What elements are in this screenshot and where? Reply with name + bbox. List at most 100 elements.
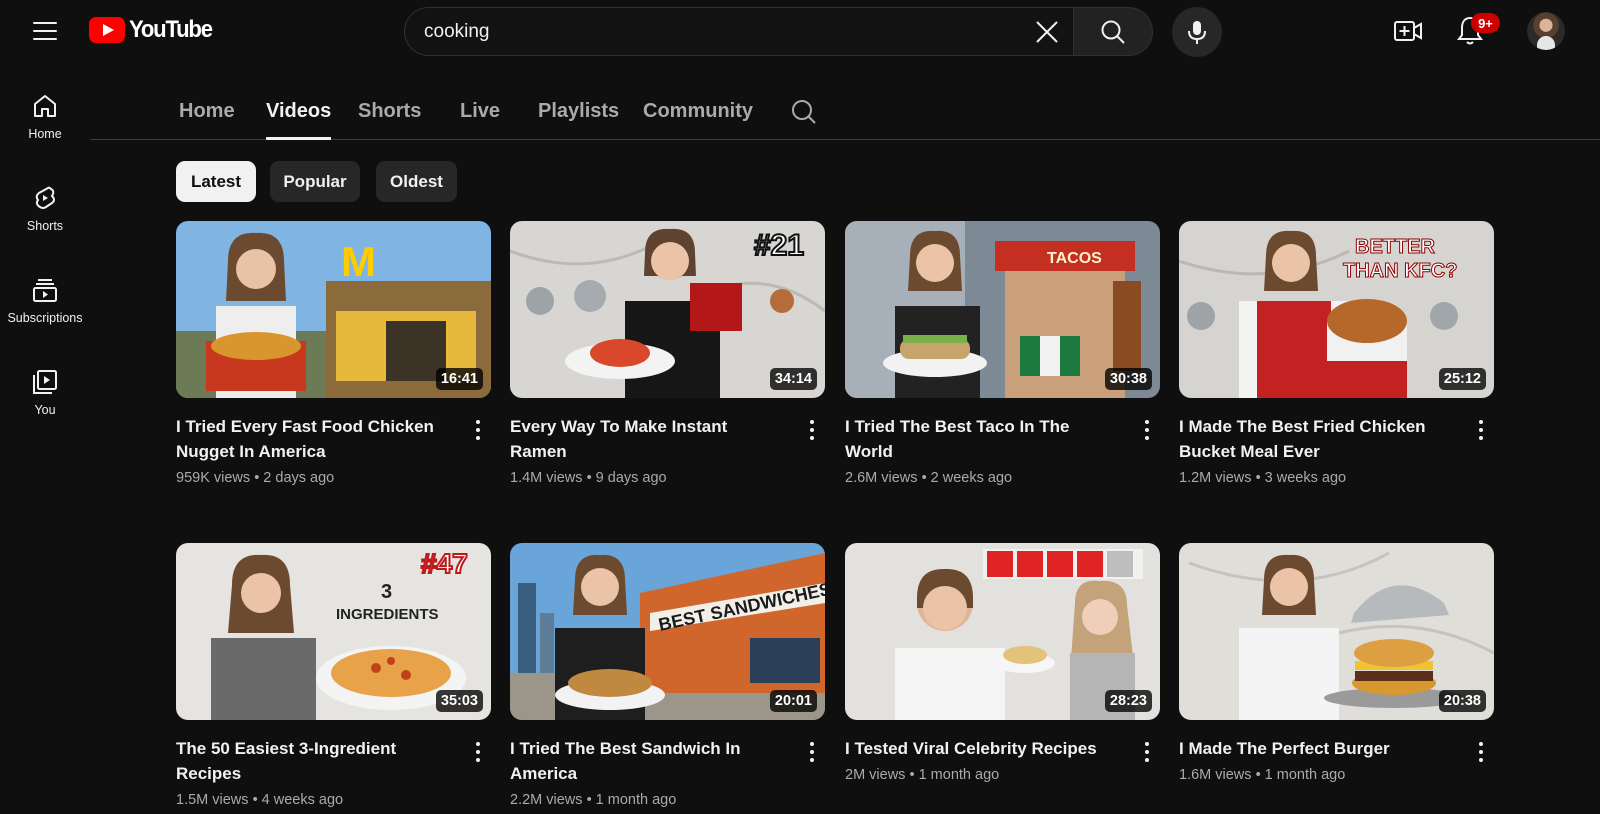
video-views: 959K views — [176, 470, 251, 486]
tab-live[interactable]: Live — [460, 100, 500, 123]
video-views: 1.5M views — [176, 792, 249, 808]
more-options-icon[interactable] — [469, 418, 487, 442]
svg-text:3: 3 — [381, 581, 392, 603]
video-title[interactable]: I Tried Every Fast Food Chicken Nugget I… — [176, 414, 451, 464]
video-title[interactable]: I Tried The Best Taco In The World — [845, 414, 1120, 464]
video-age: 1 month ago — [918, 767, 1000, 783]
stats-separator: • — [909, 767, 915, 783]
voice-search-button[interactable] — [1172, 7, 1222, 57]
video-age: 4 weeks ago — [261, 792, 344, 808]
video-age: 1 month ago — [1264, 767, 1346, 783]
chip-latest[interactable]: Latest — [176, 161, 256, 202]
video-views: 1.2M views — [1179, 470, 1252, 486]
subscriptions-icon — [33, 279, 57, 302]
video-thumbnail[interactable]: BETTER THAN KFC? 25:12 — [1179, 221, 1494, 398]
tab-home[interactable]: Home — [179, 100, 235, 123]
sidebar-item-label: You — [34, 403, 56, 417]
video-thumbnail[interactable]: #47 3 INGREDIENTS 35:03 — [176, 543, 491, 720]
sidebar-item-label: Subscriptions — [7, 311, 83, 325]
video-title[interactable]: I Tested Viral Celebrity Recipes — [845, 736, 1120, 761]
video-age: 9 days ago — [595, 470, 667, 486]
stats-separator: • — [1255, 470, 1261, 486]
channel-search-icon[interactable] — [790, 98, 818, 126]
more-options-icon[interactable] — [1138, 740, 1156, 764]
top-bar: YouTube 9+ — [0, 0, 1600, 62]
search-button[interactable] — [1073, 7, 1153, 56]
thumbnail-overlay-text: #47 — [421, 548, 468, 579]
video-views: 1.6M views — [1179, 767, 1252, 783]
channel-tabs: Home Videos Shorts Live Playlists Commun… — [90, 82, 1600, 140]
video-age: 3 weeks ago — [1264, 470, 1347, 486]
video-duration: 25:12 — [1438, 368, 1486, 390]
video-card: #21 34:14 Every Way To Make Instant Rame… — [510, 221, 825, 486]
more-options-icon[interactable] — [469, 740, 487, 764]
search-icon — [1101, 20, 1125, 44]
youtube-logo[interactable]: YouTube — [89, 16, 219, 44]
video-thumbnail[interactable]: #21 34:14 — [510, 221, 825, 398]
sidebar-item-shorts[interactable]: Shorts — [0, 178, 90, 270]
tab-shorts[interactable]: Shorts — [358, 100, 421, 123]
chip-oldest[interactable]: Oldest — [376, 161, 457, 202]
video-age: 2 weeks ago — [930, 470, 1013, 486]
avatar[interactable] — [1527, 12, 1565, 50]
search-bar — [404, 7, 1153, 56]
sidebar-item-you[interactable]: You — [0, 362, 90, 454]
video-duration: 34:14 — [769, 368, 817, 390]
stats-separator: • — [1255, 767, 1261, 783]
video-stats: 1.6M views • 1 month ago — [1179, 767, 1454, 783]
chip-popular[interactable]: Popular — [270, 161, 360, 202]
video-title[interactable]: I Made The Best Fried Chicken Bucket Mea… — [1179, 414, 1454, 464]
video-thumbnail[interactable]: M 16:41 — [176, 221, 491, 398]
video-card: #47 3 INGREDIENTS 35:03 The 50 Easiest 3… — [176, 543, 491, 808]
more-options-icon[interactable] — [1472, 740, 1490, 764]
video-duration: 35:03 — [435, 690, 483, 712]
shorts-icon — [35, 186, 55, 209]
logo-text: YouTube — [129, 16, 213, 43]
tab-playlists[interactable]: Playlists — [538, 100, 619, 123]
stats-separator: • — [254, 470, 260, 486]
video-title[interactable]: I Tried The Best Sandwich In America — [510, 736, 785, 786]
video-thumbnail[interactable]: TACOS 30:38 — [845, 221, 1160, 398]
video-duration: 20:38 — [1438, 690, 1486, 712]
video-card: BETTER THAN KFC? 25:12 I Made The Best Fr… — [1179, 221, 1494, 486]
stats-separator: • — [586, 792, 592, 808]
video-views: 2M views — [845, 767, 906, 783]
create-video-icon[interactable] — [1393, 16, 1423, 46]
tab-community[interactable]: Community — [643, 100, 753, 123]
menu-icon[interactable] — [28, 14, 62, 48]
tab-videos[interactable]: Videos — [266, 100, 332, 140]
video-views: 2.2M views — [510, 792, 583, 808]
sidebar-item-subscriptions[interactable]: Subscriptions — [0, 270, 90, 362]
video-title[interactable]: The 50 Easiest 3-Ingredient Recipes — [176, 736, 451, 786]
video-thumbnail[interactable]: BEST SANDWICHES 20:01 — [510, 543, 825, 720]
svg-text:INGREDIENTS: INGREDIENTS — [336, 606, 439, 623]
more-options-icon[interactable] — [803, 740, 821, 764]
video-thumbnail[interactable]: 28:23 — [845, 543, 1160, 720]
video-thumbnail[interactable]: 20:38 — [1179, 543, 1494, 720]
video-title[interactable]: Every Way To Make Instant Ramen — [510, 414, 785, 464]
stats-separator: • — [252, 792, 258, 808]
video-duration: 30:38 — [1104, 368, 1152, 390]
sidebar-item-label: Shorts — [26, 219, 64, 233]
more-options-icon[interactable] — [803, 418, 821, 442]
video-views: 2.6M views — [845, 470, 918, 486]
stats-separator: • — [586, 470, 592, 486]
video-card: 28:23 I Tested Viral Celebrity Recipes 2… — [845, 543, 1160, 783]
close-icon[interactable] — [1032, 17, 1062, 47]
more-options-icon[interactable] — [1138, 418, 1156, 442]
video-views: 1.4M views — [510, 470, 583, 486]
video-stats: 1.5M views • 4 weeks ago — [176, 792, 451, 808]
video-stats: 2.2M views • 1 month ago — [510, 792, 785, 808]
video-title[interactable]: I Made The Perfect Burger — [1179, 736, 1454, 761]
sidebar: Home Shorts Subscriptions You — [0, 86, 90, 454]
video-age: 2 days ago — [263, 470, 335, 486]
video-stats: 1.4M views • 9 days ago — [510, 470, 785, 486]
sidebar-item-home[interactable]: Home — [0, 86, 90, 178]
video-stats: 1.2M views • 3 weeks ago — [1179, 470, 1454, 486]
video-duration: 16:41 — [435, 368, 483, 390]
search-input[interactable] — [404, 7, 1073, 56]
video-duration: 28:23 — [1104, 690, 1152, 712]
video-card: M 16:41 I Tried Every Fast Food Chicken … — [176, 221, 491, 486]
more-options-icon[interactable] — [1472, 418, 1490, 442]
home-icon — [34, 95, 56, 117]
